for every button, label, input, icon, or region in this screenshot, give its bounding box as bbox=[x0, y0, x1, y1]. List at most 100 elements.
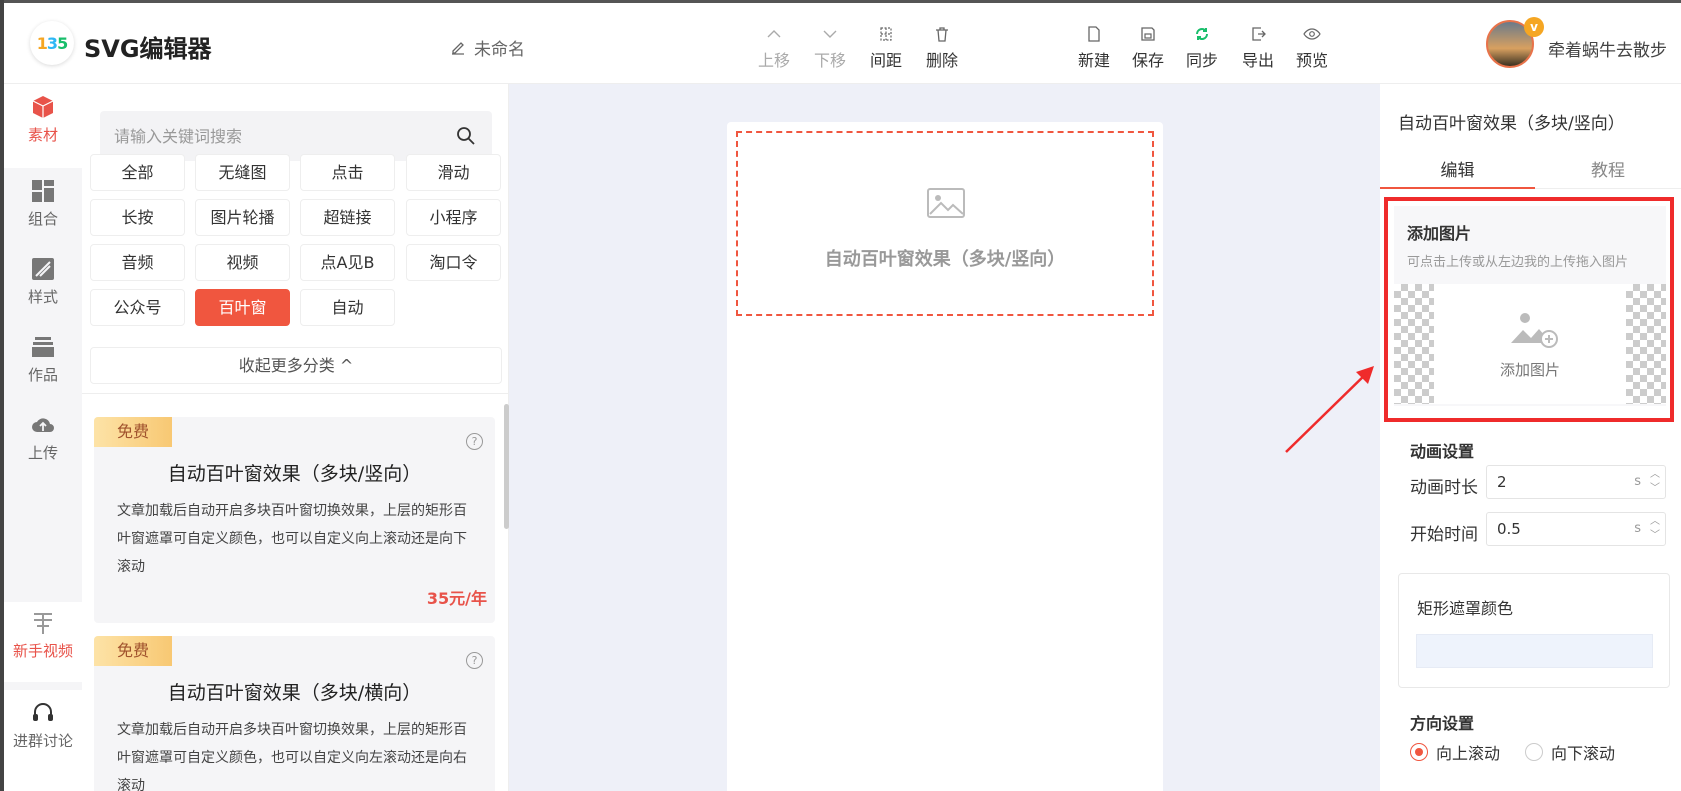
cloud-upload-icon bbox=[32, 418, 54, 432]
radio-label: 向下滚动 bbox=[1551, 744, 1616, 763]
rail-label: 作品 bbox=[27, 366, 58, 384]
animation-section-title: 动画设置 bbox=[1410, 442, 1475, 461]
rail-item-upload[interactable]: 上传 bbox=[4, 412, 82, 463]
trash-icon bbox=[936, 27, 948, 42]
component-title: 自动百叶窗效果（多块/竖向） bbox=[824, 249, 1066, 270]
top-bar: 135 SVG编辑器 未命名 上移 下移 间距 删除 新建 保存 同步 导出 预… bbox=[4, 3, 1681, 84]
radio-dot bbox=[1410, 743, 1428, 761]
card-description: 文章加载后自动开启多块百叶窗切换效果，上层的矩形百叶窗遮罩可自定义颜色，也可以自… bbox=[117, 722, 467, 791]
material-card[interactable]: 免费 ? 自动百叶窗效果（多块/横向） 文章加载后自动开启多块百叶窗切换效果，上… bbox=[94, 636, 495, 791]
export-icon bbox=[1252, 27, 1266, 41]
preview-label: 预览 bbox=[1295, 51, 1328, 70]
document-name-label: 未命名 bbox=[474, 40, 525, 60]
radio-label: 向上滚动 bbox=[1436, 744, 1501, 763]
mask-color-picker[interactable] bbox=[1416, 634, 1653, 668]
free-badge: 免费 bbox=[94, 417, 172, 447]
start-time-stepper[interactable]: ︿ ﹀ bbox=[1648, 515, 1662, 543]
category-video[interactable]: 视频 bbox=[195, 244, 290, 281]
rail-label: 新手视频 bbox=[12, 642, 73, 660]
collapse-categories-button[interactable]: 收起更多分类 ^ bbox=[90, 347, 502, 384]
chevron-up-icon bbox=[767, 30, 781, 38]
rail-item-tutorial-video[interactable]: 新手视频 bbox=[4, 602, 82, 682]
rail-item-join-group[interactable]: 进群讨论 bbox=[4, 690, 82, 791]
left-rail: 素材 组合 样式 作品 上传 新手视频 进群讨论 bbox=[4, 84, 82, 791]
radio-scroll-up[interactable]: 向上滚动 bbox=[1410, 740, 1500, 764]
search-icon[interactable] bbox=[456, 126, 476, 146]
category-audio[interactable]: 音频 bbox=[90, 244, 185, 281]
spacing-icon bbox=[880, 27, 892, 41]
selected-component[interactable]: 自动百叶窗效果（多块/竖向） bbox=[736, 131, 1154, 316]
rail-label: 素材 bbox=[27, 126, 58, 144]
category-seamless[interactable]: 无缝图 bbox=[195, 154, 290, 191]
tab-edit[interactable]: 编辑 bbox=[1380, 156, 1535, 189]
rail-item-combos[interactable]: 组合 bbox=[4, 178, 82, 229]
style-icon bbox=[32, 258, 54, 280]
start-time-unit: s bbox=[1634, 521, 1641, 536]
category-long-press[interactable]: 长按 bbox=[90, 199, 185, 236]
new-button[interactable]: 新建 bbox=[1070, 25, 1118, 71]
category-taobao-code[interactable]: 淘口令 bbox=[406, 244, 501, 281]
layers-icon bbox=[32, 337, 54, 357]
duration-field: s ︿﹀ bbox=[1486, 465, 1666, 499]
category-official-account[interactable]: 公众号 bbox=[90, 289, 185, 326]
username[interactable]: 牵着蜗牛去散步 bbox=[1548, 36, 1667, 61]
rail-item-materials[interactable]: 素材 bbox=[4, 84, 82, 168]
rail-item-styles[interactable]: 样式 bbox=[4, 256, 82, 307]
app-title: SVG编辑器 bbox=[84, 35, 212, 63]
duration-stepper[interactable]: ︿ ﹀ bbox=[1648, 468, 1662, 496]
category-swipe[interactable]: 滑动 bbox=[406, 154, 501, 191]
start-time-input[interactable] bbox=[1497, 513, 1617, 545]
rail-label: 样式 bbox=[27, 288, 58, 306]
app-logo[interactable]: 135 bbox=[30, 21, 74, 65]
category-click-a-see-b[interactable]: 点A见B bbox=[300, 244, 395, 281]
mask-color-label: 矩形遮罩颜色 bbox=[1417, 599, 1514, 618]
editor-page[interactable]: 自动百叶窗效果（多块/竖向） bbox=[727, 122, 1163, 791]
highlight-annotation-box bbox=[1384, 197, 1674, 422]
image-placeholder-icon bbox=[927, 188, 965, 218]
canvas-area: 自动百叶窗效果（多块/竖向） bbox=[509, 84, 1380, 791]
rail-item-works[interactable]: 作品 bbox=[4, 334, 82, 385]
save-label: 保存 bbox=[1131, 51, 1164, 70]
move-down-label: 下移 bbox=[813, 51, 846, 70]
card-description: 文章加载后自动开启多块百叶窗切换效果，上层的矩形百叶窗遮罩可自定义颜色，也可以自… bbox=[117, 503, 467, 575]
move-up-button[interactable]: 上移 bbox=[750, 25, 798, 71]
rail-label: 进群讨论 bbox=[12, 732, 73, 750]
help-icon[interactable]: ? bbox=[466, 433, 483, 450]
category-auto[interactable]: 自动 bbox=[300, 289, 395, 326]
video-icon bbox=[34, 613, 52, 634]
spacing-button[interactable]: 间距 bbox=[862, 25, 910, 71]
save-icon bbox=[1141, 27, 1155, 41]
cube-icon bbox=[32, 96, 54, 118]
material-card[interactable]: 免费 ? 自动百叶窗效果（多块/竖向） 文章加载后自动开启多块百叶窗切换效果，上… bbox=[94, 417, 495, 623]
export-label: 导出 bbox=[1241, 51, 1274, 70]
duration-unit: s bbox=[1634, 474, 1641, 489]
category-hyperlink[interactable]: 超链接 bbox=[300, 199, 395, 236]
duration-input[interactable] bbox=[1497, 466, 1617, 498]
category-blinds[interactable]: 百叶窗 bbox=[195, 289, 290, 326]
new-file-icon bbox=[1088, 26, 1100, 42]
move-down-button[interactable]: 下移 bbox=[806, 25, 854, 71]
free-badge: 免费 bbox=[94, 636, 172, 666]
inspector-title: 自动百叶窗效果（多块/竖向） bbox=[1398, 114, 1625, 134]
save-button[interactable]: 保存 bbox=[1124, 25, 1172, 71]
mask-color-section: 矩形遮罩颜色 bbox=[1398, 573, 1670, 688]
category-click[interactable]: 点击 bbox=[300, 154, 395, 191]
export-button[interactable]: 导出 bbox=[1234, 25, 1282, 71]
sync-button[interactable]: 同步 bbox=[1178, 25, 1226, 71]
chevron-down-icon bbox=[823, 30, 837, 38]
preview-button[interactable]: 预览 bbox=[1288, 25, 1336, 71]
divider bbox=[82, 393, 509, 394]
category-all[interactable]: 全部 bbox=[90, 154, 185, 191]
document-name[interactable]: 未命名 bbox=[450, 35, 525, 60]
radio-scroll-down[interactable]: 向下滚动 bbox=[1525, 740, 1615, 764]
category-mini-program[interactable]: 小程序 bbox=[406, 199, 501, 236]
move-up-label: 上移 bbox=[757, 51, 790, 70]
card-price: 35元/年 bbox=[426, 589, 487, 608]
tab-tutorial[interactable]: 教程 bbox=[1535, 156, 1681, 189]
help-icon[interactable]: ? bbox=[466, 652, 483, 669]
category-carousel[interactable]: 图片轮播 bbox=[195, 199, 290, 236]
pencil-icon bbox=[452, 41, 464, 55]
card-title: 自动百叶窗效果（多块/横向） bbox=[167, 682, 422, 704]
sync-icon bbox=[1196, 28, 1208, 40]
delete-button[interactable]: 删除 bbox=[918, 25, 966, 71]
